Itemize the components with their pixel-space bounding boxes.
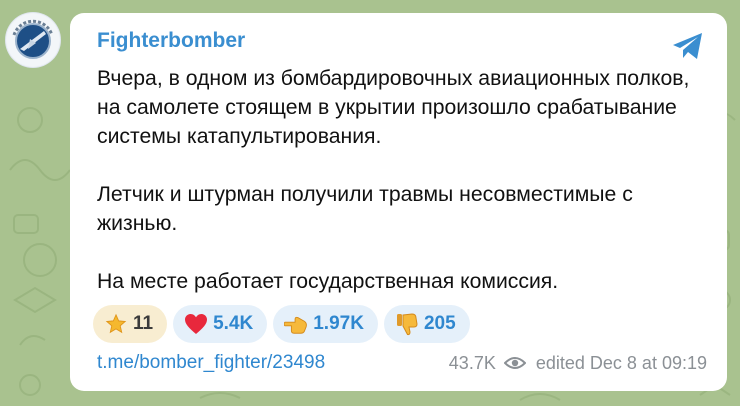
view-count: 43.7K	[448, 352, 496, 373]
reaction-count: 1.97K	[313, 313, 364, 334]
reaction-thumbs-down[interactable]: 205	[383, 305, 470, 343]
reaction-heart[interactable]: 5.4K	[173, 305, 268, 343]
heart-icon	[184, 312, 208, 336]
telegram-share-icon	[673, 33, 702, 59]
channel-post: Fighterbomber Вчера, в одном из бомбарди…	[70, 13, 727, 391]
edited-label: edited	[535, 352, 585, 373]
reactions-bar: 11 5.4K 1.97K 205	[93, 305, 470, 343]
post-link[interactable]: t.me/bomber_fighter/23498	[97, 352, 325, 374]
eye-icon	[503, 357, 526, 369]
post-text: Вчера, в одном из бомбардировочных авиац…	[97, 64, 707, 296]
reaction-star[interactable]: 11	[93, 305, 168, 343]
post-footer: t.me/bomber_fighter/23498 43.7K edited D…	[97, 350, 707, 376]
post-meta: 43.7K edited Dec 8 at 09:19	[449, 353, 707, 374]
post-date: Dec 8 at 09:19	[589, 352, 707, 373]
post-paragraph: Вчера, в одном из бомбардировочных авиац…	[97, 67, 690, 148]
pointing-hand-icon	[284, 312, 308, 336]
star-icon	[104, 312, 128, 336]
post-paragraph: На месте работает государственная комисс…	[97, 270, 559, 293]
reaction-count: 5.4K	[213, 313, 254, 334]
reaction-pointing-hand[interactable]: 1.97K	[273, 305, 378, 343]
channel-name[interactable]: Fighterbomber	[97, 29, 245, 53]
channel-avatar[interactable]	[6, 13, 60, 67]
reaction-count: 205	[423, 313, 456, 334]
fighter-jet-logo-icon	[7, 14, 59, 66]
thumbs-down-icon	[395, 312, 419, 336]
post-paragraph: Летчик и штурман получили травмы несовме…	[97, 183, 633, 235]
reaction-count: 11	[133, 313, 154, 334]
share-button[interactable]	[669, 27, 707, 65]
